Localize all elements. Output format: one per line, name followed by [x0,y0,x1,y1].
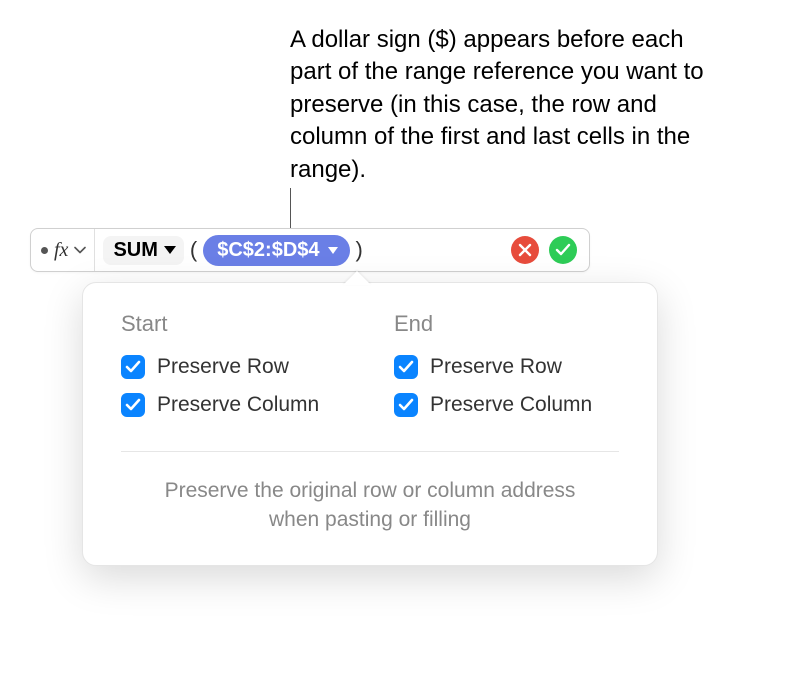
fx-handle-dot [41,247,48,254]
formula-bar: fx SUM ( $C$2:$D$4 ) [30,228,590,272]
range-reference-token[interactable]: $C$2:$D$4 [203,235,349,266]
close-paren: ) [354,237,365,263]
reference-options-popover: Start Preserve Row Preserve Column End [82,282,658,566]
popover-divider [121,451,619,452]
end-preserve-column-row: Preserve Column [394,393,619,417]
dropdown-triangle-icon [164,246,176,254]
end-preserve-column-label: Preserve Column [430,393,592,417]
cancel-button[interactable] [511,236,539,264]
end-preserve-row-label: Preserve Row [430,355,562,379]
end-heading: End [394,311,619,337]
x-icon [518,243,532,257]
start-preserve-column-checkbox[interactable] [121,393,145,417]
end-preserve-row-row: Preserve Row [394,355,619,379]
function-name: SUM [113,239,157,262]
check-icon [398,360,414,374]
start-preserve-row-checkbox[interactable] [121,355,145,379]
start-preserve-row-label: Preserve Row [157,355,289,379]
fx-label: fx [54,239,68,262]
check-icon [125,360,141,374]
start-heading: Start [121,311,346,337]
check-icon [555,243,571,257]
start-preserve-column-label: Preserve Column [157,393,319,417]
end-preserve-row-checkbox[interactable] [394,355,418,379]
formula-actions [511,236,585,264]
range-reference-text: $C$2:$D$4 [217,239,319,262]
confirm-button[interactable] [549,236,577,264]
formula-content[interactable]: SUM ( $C$2:$D$4 ) [95,235,511,266]
start-preserve-column-row: Preserve Column [121,393,346,417]
chevron-down-icon [74,246,86,254]
check-icon [398,398,414,412]
function-token[interactable]: SUM [103,236,183,265]
dropdown-triangle-icon [328,247,338,254]
end-preserve-column-checkbox[interactable] [394,393,418,417]
fx-menu[interactable]: fx [35,229,95,271]
start-column: Start Preserve Row Preserve Column [121,311,346,431]
check-icon [125,398,141,412]
start-preserve-row-row: Preserve Row [121,355,346,379]
open-paren: ( [188,237,199,263]
popover-description: Preserve the original row or column addr… [121,476,619,535]
end-column: End Preserve Row Preserve Column [394,311,619,431]
annotation-text: A dollar sign ($) appears before each pa… [290,24,730,186]
